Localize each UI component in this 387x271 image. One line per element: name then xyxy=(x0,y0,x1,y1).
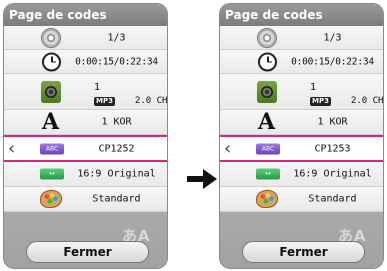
close-button[interactable]: Fermer xyxy=(242,241,365,263)
audio-channels: 2.0 CH xyxy=(134,96,168,106)
time-row[interactable]: 0:00:15/0:22:34 xyxy=(4,50,167,74)
code-page-panel-after: Page de codes 1/3 0:00:15/0:22:34 1 MP3 2… xyxy=(219,3,384,269)
subtitle-value: 1 KOR xyxy=(101,116,132,128)
audio-track-number: 1 xyxy=(94,82,101,93)
audio-format-badge: MP3 xyxy=(94,97,115,106)
subtitle-row[interactable]: A 1 KOR xyxy=(220,110,383,135)
title-value: 1/3 xyxy=(107,32,126,43)
picture-mode-row[interactable]: Standard xyxy=(220,187,383,212)
subtitle-row[interactable]: A 1 KOR xyxy=(4,110,167,135)
speaker-icon xyxy=(257,80,277,103)
time-value: 0:00:15/0:22:34 xyxy=(291,56,374,67)
aspect-ratio-icon: ↔ xyxy=(256,168,280,180)
aspect-value: 16:9 Original xyxy=(77,168,156,180)
time-value: 0:00:15/0:22:34 xyxy=(75,56,158,67)
panel-title: Page de codes xyxy=(220,4,383,26)
clock-icon xyxy=(258,52,277,71)
subtitle-value: 1 KOR xyxy=(317,116,348,128)
disc-icon xyxy=(257,27,277,48)
clock-icon xyxy=(42,52,61,71)
palette-icon xyxy=(40,190,62,208)
code-page-row[interactable]: ‹ ABC CP1252 xyxy=(4,135,167,162)
code-page-value: CP1252 xyxy=(98,143,135,154)
panel-title: Page de codes xyxy=(4,4,167,26)
audio-channels: 2.0 CH xyxy=(350,96,384,106)
audio-row[interactable]: 1 MP3 2.0 CH xyxy=(4,74,167,110)
settings-list: 1/3 0:00:15/0:22:34 1 MP3 2.0 CH A 1 KOR … xyxy=(4,26,167,212)
close-button[interactable]: Fermer xyxy=(26,241,149,263)
chevron-left-icon[interactable]: ‹ xyxy=(224,139,231,158)
speaker-icon xyxy=(41,80,61,103)
code-page-panel-before: Page de codes 1/3 0:00:15/0:22:34 1 MP3 2… xyxy=(3,3,168,269)
time-row[interactable]: 0:00:15/0:22:34 xyxy=(220,50,383,74)
settings-list: 1/3 0:00:15/0:22:34 1 MP3 2.0 CH A 1 KOR … xyxy=(220,26,383,212)
title-row[interactable]: 1/3 xyxy=(220,26,383,50)
abc-icon: ABC xyxy=(40,143,64,154)
aspect-row[interactable]: ↔ 16:9 Original xyxy=(4,162,167,187)
letter-a-icon: A xyxy=(258,109,276,135)
arrow-right-icon xyxy=(187,169,217,189)
picture-mode-value: Standard xyxy=(308,193,357,205)
aspect-row[interactable]: ↔ 16:9 Original xyxy=(220,162,383,187)
audio-row[interactable]: 1 MP3 2.0 CH xyxy=(220,74,383,110)
picture-mode-value: Standard xyxy=(92,193,141,205)
disc-icon xyxy=(41,27,61,48)
code-page-row[interactable]: ‹ ABC CP1253 xyxy=(220,135,383,162)
abc-icon: ABC xyxy=(256,143,280,154)
aspect-ratio-icon: ↔ xyxy=(40,168,64,180)
audio-info: MP3 2.0 CH xyxy=(310,96,383,106)
title-row[interactable]: 1/3 xyxy=(4,26,167,50)
code-page-value: CP1253 xyxy=(314,143,351,154)
letter-a-icon: A xyxy=(42,109,60,135)
palette-icon xyxy=(256,190,278,208)
audio-format-badge: MP3 xyxy=(310,97,331,106)
title-value: 1/3 xyxy=(323,32,342,43)
aspect-value: 16:9 Original xyxy=(293,168,372,180)
audio-track-number: 1 xyxy=(310,82,317,93)
chevron-left-icon[interactable]: ‹ xyxy=(8,139,15,158)
picture-mode-row[interactable]: Standard xyxy=(4,187,167,212)
audio-info: MP3 2.0 CH xyxy=(94,96,167,106)
